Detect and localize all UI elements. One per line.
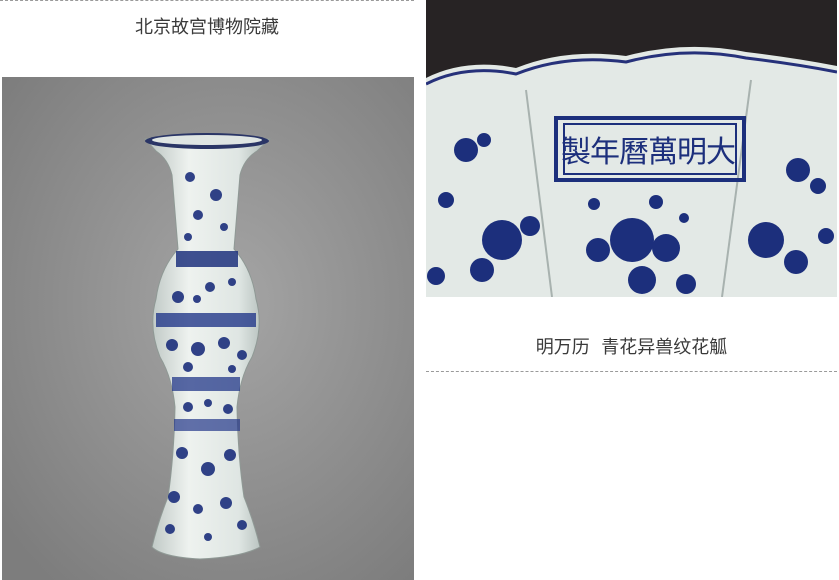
reign-mark-char: 曆: [619, 135, 649, 170]
reign-mark-char: 製: [561, 135, 591, 170]
reign-mark-closeup-photo: 大 明 萬 曆 年 製: [426, 0, 837, 297]
reign-mark-char: 年: [590, 135, 620, 170]
top-divider: [0, 0, 414, 1]
reign-mark-char: 明: [677, 135, 707, 170]
artifact-caption: 明万历 青花异兽纹花觚: [535, 337, 728, 358]
vase-photo: [2, 77, 414, 580]
reign-mark-char: 萬: [648, 135, 678, 170]
bottom-divider: [426, 371, 837, 372]
collection-caption: 北京故宫博物院藏: [135, 17, 279, 38]
reign-mark-char: 大: [706, 135, 736, 170]
